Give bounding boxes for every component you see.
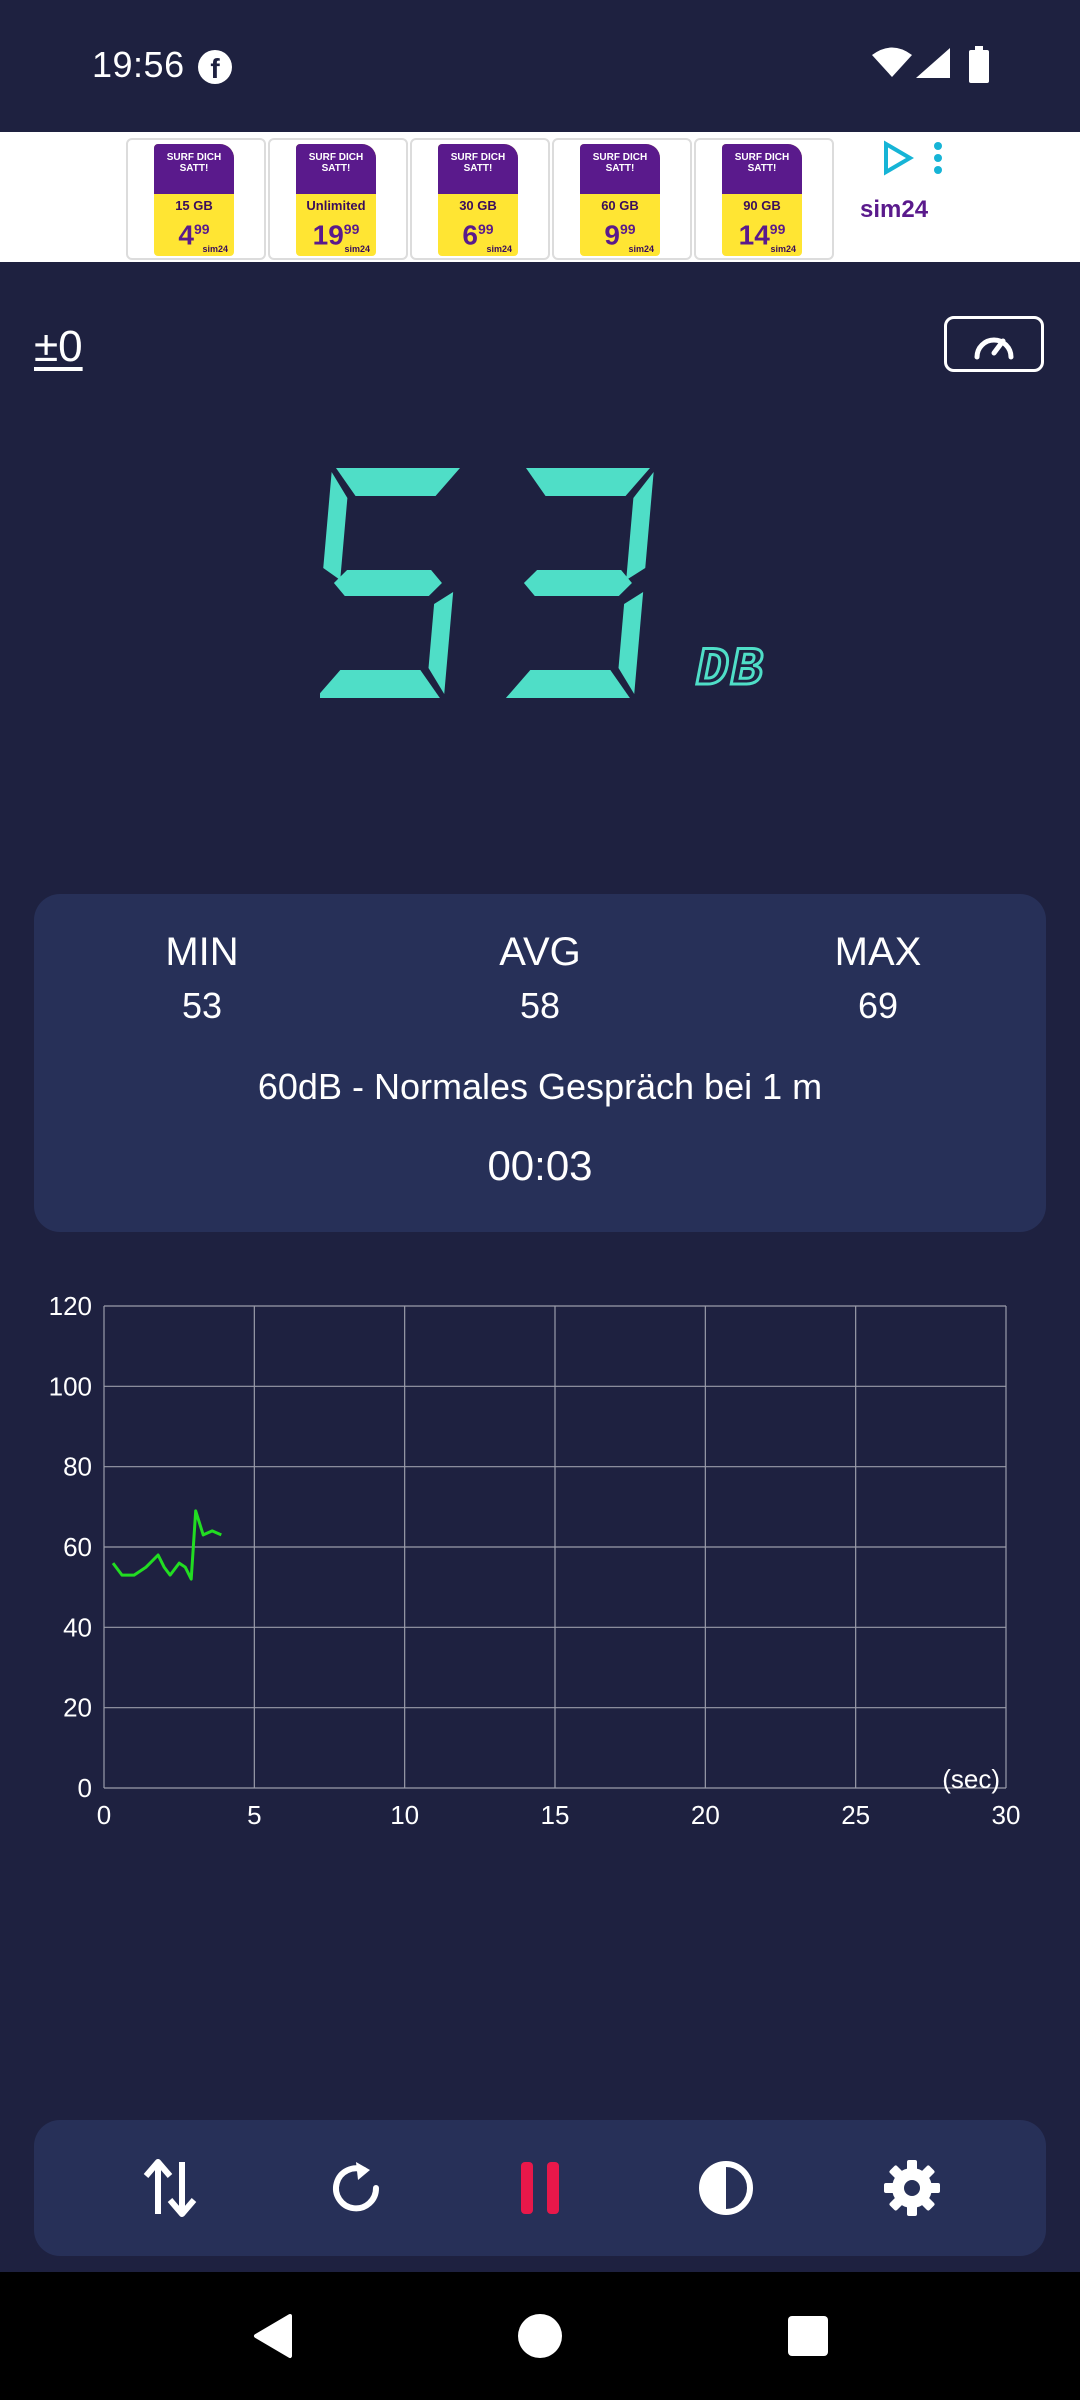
y-tick-label: 100 (49, 1371, 92, 1401)
meter-mode-button[interactable] (944, 316, 1044, 372)
ad-play-icon[interactable] (880, 140, 916, 176)
db-reading-display: 53 DB (320, 468, 765, 702)
db-series-line (111, 1509, 222, 1581)
calibration-offset-button[interactable]: ±0 (34, 322, 83, 372)
nav-recents-button[interactable] (780, 2308, 836, 2364)
ad-sim-card[interactable]: SURF DICH SATT! 30 GB 699 sim24 (410, 138, 550, 260)
ad-sim-card[interactable]: SURF DICH SATT! 90 GB 1499 sim24 (694, 138, 834, 260)
ad-card-slogan: SURF DICH SATT! (166, 152, 222, 174)
battery-icon (969, 46, 989, 83)
refresh-icon (333, 2162, 380, 2212)
sim-card-graphic: SURF DICH SATT! Unlimited 1999 sim24 (296, 144, 376, 256)
settings-gear-icon (884, 2160, 940, 2216)
db-history-chart: 0 20 40 60 80 100 120 0 5 10 15 20 25 30 (sec) (49, 1291, 1021, 1830)
ad-sim-card[interactable]: SURF DICH SATT! 60 GB 999 sim24 (552, 138, 692, 260)
digit-segment (523, 570, 632, 596)
digit-5 (320, 468, 460, 698)
contrast-icon (699, 2161, 753, 2215)
ad-sim-card[interactable]: SURF DICH SATT! 15 GB 499 sim24 (126, 138, 266, 260)
system-nav-bar (0, 2272, 1080, 2400)
ad-card-brand: sim24 (486, 244, 512, 254)
x-tick-label: 30 (992, 1800, 1021, 1830)
ad-card-slogan: SURF DICH SATT! (308, 152, 364, 174)
avg-label: AVG (499, 930, 581, 974)
y-tick-label: 120 (49, 1291, 92, 1321)
ad-card-slogan: SURF DICH SATT! (592, 152, 648, 174)
stat-avg: AVG 58 (410, 930, 670, 1027)
status-time: 19:56 (92, 44, 185, 85)
stat-min: MIN 53 (72, 930, 332, 1027)
ad-sim-card[interactable]: SURF DICH SATT! Unlimited 1999 sim24 (268, 138, 408, 260)
x-tick-label: 5 (247, 1800, 261, 1830)
reset-button[interactable] (318, 2150, 394, 2226)
max-label: MAX (834, 930, 922, 974)
db-unit-label: DB (696, 640, 765, 701)
ad-card-volume: 60 GB (601, 198, 639, 213)
digit-3 (505, 468, 654, 698)
ad-card-slogan: SURF DICH SATT! (734, 152, 790, 174)
pause-button[interactable] (502, 2150, 578, 2226)
y-tick-label: 20 (63, 1693, 92, 1723)
home-icon (518, 2314, 562, 2358)
ad-card-volume: 90 GB (743, 198, 781, 213)
x-tick-label: 0 (97, 1800, 111, 1830)
speedometer-icon (974, 337, 1014, 360)
sort-button[interactable] (132, 2150, 208, 2226)
ad-card-brand: sim24 (202, 244, 228, 254)
sim-card-graphic: SURF DICH SATT! 15 GB 499 sim24 (154, 144, 234, 256)
stats-card: MIN 53 AVG 58 MAX 69 60dB - Normales Ges… (34, 894, 1046, 1232)
max-value: 69 (857, 985, 899, 1026)
ad-card-volume: 30 GB (459, 198, 497, 213)
ad-card-brand: sim24 (344, 244, 370, 254)
sort-arrows-icon (143, 2159, 197, 2217)
digit-segment (526, 468, 650, 496)
x-tick-label: 25 (841, 1800, 870, 1830)
digit-segment (333, 570, 442, 596)
ad-card-brand: sim24 (628, 244, 654, 254)
sim-card-graphic: SURF DICH SATT! 60 GB 999 sim24 (580, 144, 660, 256)
back-icon (254, 2314, 292, 2358)
wifi-icon (872, 47, 912, 77)
digit-segment (428, 592, 454, 694)
pause-icon (521, 2162, 559, 2214)
digit-segment (618, 592, 644, 694)
settings-button[interactable] (874, 2150, 950, 2226)
ad-banner[interactable]: SURF DICH SATT! 15 GB 499 sim24 SURF DICH SA… (0, 132, 1080, 262)
ad-card-brand: sim24 (770, 244, 796, 254)
ad-card-slogan: SURF DICH SATT! (450, 152, 506, 174)
x-tick-label: 15 (541, 1800, 570, 1830)
ad-brand-logo[interactable]: sim24 (860, 196, 928, 224)
min-label: MIN (165, 930, 239, 974)
x-tick-label: 10 (390, 1800, 419, 1830)
digit-segment (320, 670, 440, 698)
signal-icon (916, 48, 950, 78)
recents-icon (788, 2316, 828, 2356)
sim-card-graphic: SURF DICH SATT! 30 GB 699 sim24 (438, 144, 518, 256)
digit-segment (323, 472, 348, 580)
facebook-icon: f (198, 50, 232, 84)
y-tick-label: 0 (78, 1773, 92, 1803)
ad-more-icon[interactable] (930, 140, 946, 176)
min-value: 53 (181, 985, 223, 1026)
noise-level-description: 60dB - Normales Gespräch bei 1 m (257, 1066, 823, 1107)
digit-segment (505, 670, 630, 698)
elapsed-timer: 00:03 (487, 1142, 593, 1189)
nav-home-button[interactable] (512, 2308, 568, 2364)
ad-card-volume: Unlimited (306, 198, 366, 213)
x-tick-label: 20 (691, 1800, 720, 1830)
theme-button[interactable] (688, 2150, 764, 2226)
x-unit-label: (sec) (942, 1764, 1000, 1794)
y-tick-label: 80 (63, 1452, 92, 1482)
y-tick-label: 60 (63, 1532, 92, 1562)
ad-card-volume: 15 GB (175, 198, 213, 213)
y-tick-label: 40 (63, 1612, 92, 1642)
digit-segment (336, 468, 460, 496)
stat-max: MAX 69 (748, 930, 1008, 1027)
bottom-toolbar (34, 2120, 1046, 2256)
avg-value: 58 (519, 985, 561, 1026)
sim-card-graphic: SURF DICH SATT! 90 GB 1499 sim24 (722, 144, 802, 256)
nav-back-button[interactable] (244, 2308, 300, 2364)
